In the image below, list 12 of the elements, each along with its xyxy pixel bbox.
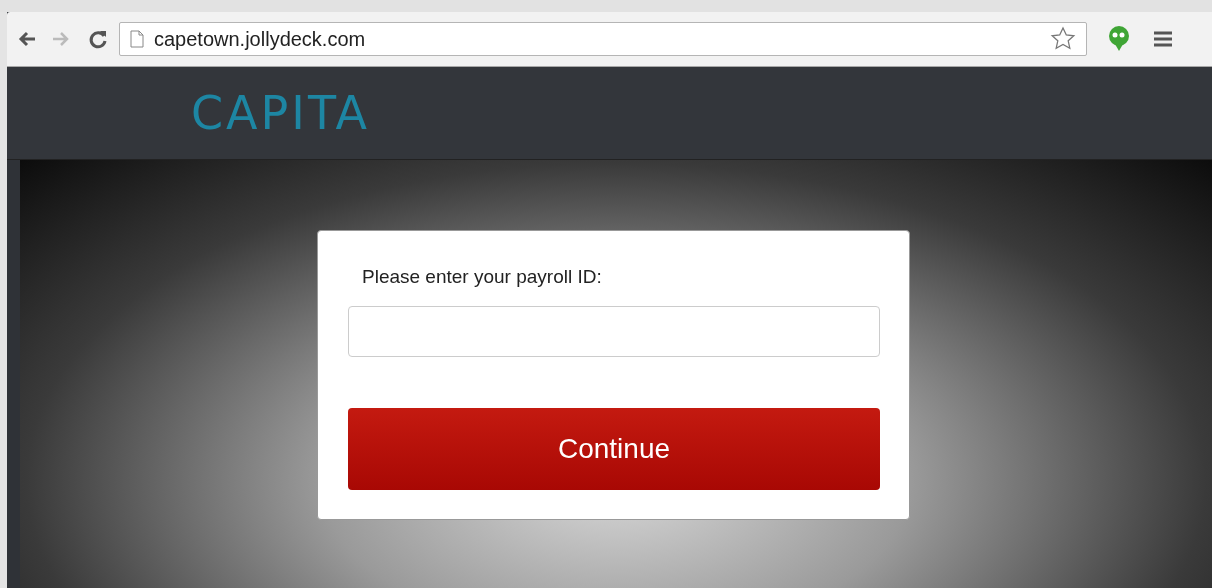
logo-text: CAPITA bbox=[191, 84, 370, 142]
payroll-id-input[interactable] bbox=[348, 305, 880, 357]
menu-icon[interactable] bbox=[1153, 30, 1173, 48]
page-icon bbox=[130, 30, 144, 48]
bookmark-star-icon[interactable] bbox=[1050, 26, 1076, 52]
continue-button[interactable]: Continue bbox=[348, 407, 880, 490]
payroll-id-label: Please enter your payroll ID: bbox=[361, 265, 603, 289]
url-text: capetown.jollydeck.com bbox=[154, 27, 367, 52]
chat-bubble-icon[interactable] bbox=[1107, 25, 1131, 53]
back-icon[interactable] bbox=[17, 30, 37, 48]
address-bar[interactable]: capetown.jollydeck.com bbox=[119, 22, 1087, 56]
reload-icon[interactable] bbox=[87, 28, 109, 50]
